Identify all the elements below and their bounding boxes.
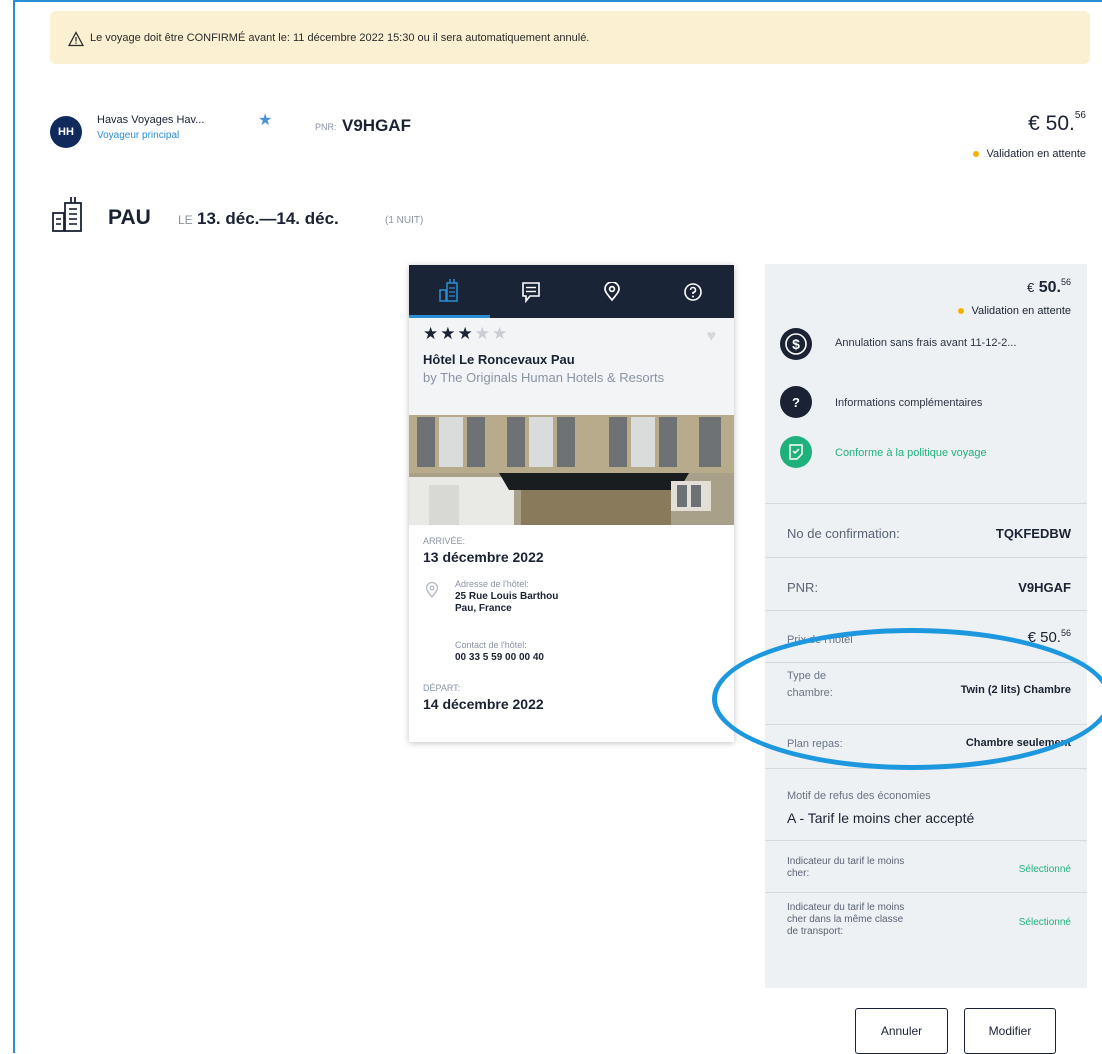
- address-line1: 25 Rue Louis Barthou: [455, 591, 559, 602]
- trip-price-cents: 56: [1074, 110, 1086, 121]
- panel-price-main: 50.: [1038, 279, 1061, 296]
- hotel-chain: by The Originals Human Hotels & Resorts: [423, 370, 665, 385]
- departure-label: DÉPART:: [423, 683, 461, 693]
- lowest-fare-label-line2: cher:: [787, 868, 810, 879]
- hotel-price-cents: 56: [1060, 628, 1071, 638]
- hotel-card-header: ★★★★★ ♥ Hôtel Le Roncevaux Pau by The Or…: [409, 318, 734, 429]
- traveler-role: Voyageur principal: [97, 130, 180, 141]
- tab-help[interactable]: [652, 265, 733, 318]
- frame-border-top: [13, 0, 1102, 2]
- pnr-row-value: V9HGAF: [1018, 580, 1071, 595]
- lowest-fare-class-label-line2: cher dans la même classe: [787, 914, 904, 925]
- pending-dot-icon: [972, 151, 979, 158]
- tab-map[interactable]: [571, 265, 652, 318]
- contact-label: Contact de l'hôtel:: [455, 640, 527, 650]
- trip-status-text: Validation en attente: [986, 148, 1086, 160]
- heart-icon[interactable]: ♥: [707, 328, 717, 346]
- segment-nights: (1 NUIT): [385, 215, 424, 226]
- hotel-star-rating: ★★★★★: [423, 324, 509, 344]
- panel-status-text: Validation en attente: [971, 305, 1071, 317]
- trip-price-currency: €: [1028, 112, 1040, 135]
- pending-dot-icon: [957, 308, 964, 315]
- hotel-name: Hôtel Le Roncevaux Pau: [423, 352, 575, 367]
- cancel-button[interactable]: Annuler: [855, 1008, 948, 1054]
- address-line2: Pau, France: [455, 603, 512, 614]
- info-question-icon: ?: [780, 386, 812, 418]
- star-filled-icon: ★★★: [423, 324, 475, 343]
- star-empty-icon: ★★: [474, 324, 510, 343]
- hotel-card: ★★★★★ ♥ Hôtel Le Roncevaux Pau by The Or…: [409, 265, 734, 742]
- divider: [765, 840, 1087, 841]
- cancellation-dollar-icon: $: [780, 328, 812, 360]
- lowest-fare-class-label: Indicateur du tarif le moins cher dans l…: [787, 902, 977, 938]
- booking-details-panel-lower: Motif de refus des économies A - Tarif l…: [765, 768, 1087, 988]
- lowest-fare-class-label-line3: de transport:: [787, 926, 844, 937]
- divider: [765, 503, 1087, 504]
- banner-text: Le voyage doit être CONFIRMÉ avant le: 1…: [90, 32, 590, 44]
- hotel-price-main: 50.: [1040, 629, 1061, 646]
- arrival-date: 13 décembre 2022: [423, 549, 544, 565]
- policy-compliant-text: Conforme à la politique voyage: [835, 447, 987, 459]
- pnr-label: PNR:: [315, 122, 337, 132]
- warning-icon: [68, 31, 84, 47]
- lowest-fare-class-value: Sélectionné: [1018, 917, 1071, 928]
- address-label: Adresse de l'hôtel:: [455, 579, 529, 589]
- hotel-tab-icon: [438, 279, 458, 302]
- segment-le: LE: [178, 213, 193, 227]
- hotel-card-details: ARRIVÉE: 13 décembre 2022 Adresse de l'h…: [409, 525, 734, 742]
- svg-text:$: $: [792, 336, 800, 352]
- savings-refusal-value: A - Tarif le moins cher accepté: [787, 810, 975, 826]
- hotel-card-tabs: [409, 265, 734, 318]
- divider: [765, 610, 1087, 611]
- panel-price: € 50.56: [1027, 277, 1071, 297]
- tab-comments[interactable]: [490, 265, 571, 318]
- policy-compliant-icon: [780, 436, 812, 468]
- lowest-fare-label-line1: Indicateur du tarif le moins: [787, 856, 905, 867]
- lowest-fare-class-label-line1: Indicateur du tarif le moins: [787, 902, 905, 913]
- trip-price: € 50.56: [1028, 110, 1086, 136]
- additional-info-link[interactable]: Informations complémentaires: [835, 397, 982, 409]
- panel-status: Validation en attente: [957, 305, 1071, 317]
- hotel-building-icon: [52, 197, 82, 232]
- confirmation-warning-banner: Le voyage doit être CONFIRMÉ avant le: 1…: [50, 11, 1090, 64]
- traveler-name[interactable]: Havas Voyages Hav...: [97, 114, 204, 126]
- segment-dates: 13. déc.—14. déc.: [197, 209, 339, 228]
- segment-city: PAU: [108, 206, 151, 229]
- departure-date: 14 décembre 2022: [423, 696, 544, 712]
- trip-status: Validation en attente: [972, 148, 1086, 160]
- modify-button[interactable]: Modifier: [964, 1008, 1056, 1054]
- highlight-annotation-ellipse: [712, 628, 1102, 770]
- tab-hotel[interactable]: [409, 265, 490, 318]
- contact-phone[interactable]: 00 33 5 59 00 00 40: [455, 652, 544, 663]
- trip-price-main: 50.: [1045, 112, 1075, 135]
- hotel-photo: [409, 415, 734, 525]
- pnr-value: V9HGAF: [342, 116, 411, 135]
- confirmation-value: TQKFEDBW: [995, 526, 1071, 541]
- cancellation-policy[interactable]: Annulation sans frais avant 11-12-2...: [835, 337, 1016, 349]
- divider: [765, 557, 1087, 558]
- panel-price-cents: 56: [1060, 277, 1071, 287]
- savings-refusal-label: Motif de refus des économies: [787, 790, 931, 802]
- favorite-star-icon[interactable]: ★: [258, 110, 272, 130]
- arrival-label: ARRIVÉE:: [423, 536, 466, 546]
- confirmation-label: No de confirmation:: [787, 526, 900, 541]
- divider: [765, 892, 1087, 893]
- panel-price-currency: €: [1027, 280, 1035, 295]
- comment-icon: [521, 281, 540, 303]
- lowest-fare-label: Indicateur du tarif le moins cher:: [787, 856, 977, 880]
- avatar: HH: [50, 116, 82, 148]
- help-question-icon: [683, 282, 702, 301]
- lowest-fare-value: Sélectionné: [1018, 864, 1071, 875]
- frame-border-left: [13, 0, 15, 1053]
- location-pin-icon: [603, 281, 620, 301]
- pnr-row-label: PNR:: [787, 580, 819, 595]
- address-pin-icon: [425, 582, 439, 598]
